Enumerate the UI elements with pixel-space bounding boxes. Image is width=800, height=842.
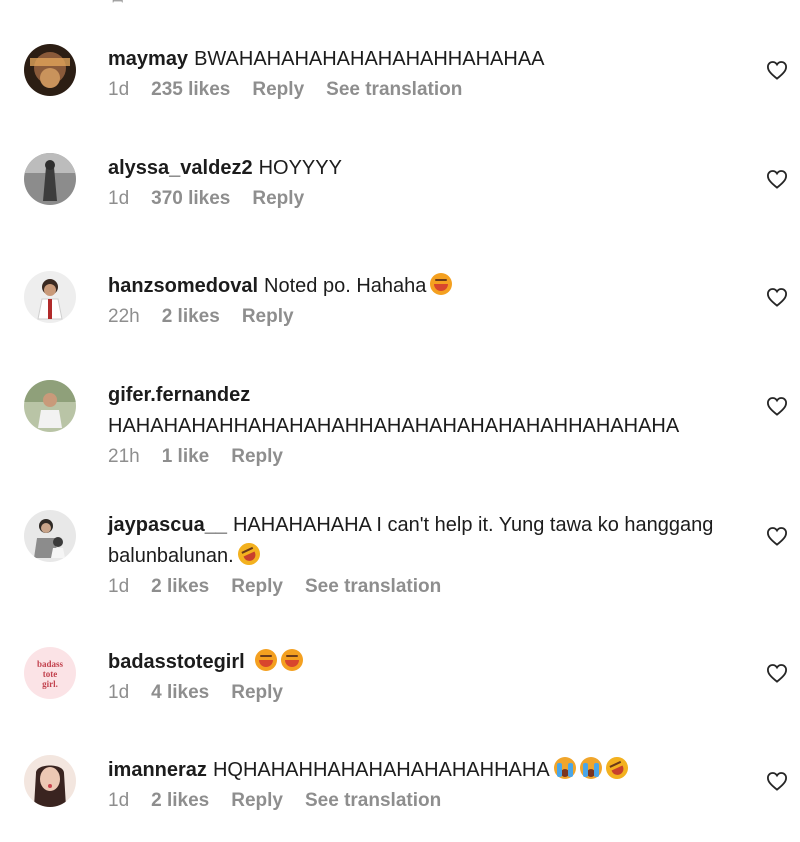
reply-button[interactable]: Reply bbox=[252, 79, 304, 101]
heart-outline-icon[interactable] bbox=[766, 771, 788, 791]
comment-time: 1d bbox=[108, 790, 130, 811]
comment-message: HOYYYY bbox=[258, 157, 342, 179]
avatar[interactable] bbox=[24, 153, 76, 205]
comment-body: imanneraz HQHAHAHHAHAHAHAHAHAHHAHA 1d 2 l… bbox=[108, 753, 748, 812]
comment-time: 1d bbox=[108, 682, 130, 703]
comment-time: 1d bbox=[108, 79, 130, 100]
laughing-face-emoji-icon bbox=[430, 273, 453, 295]
comment-body: hanzsomedoval Noted po. Hahaha 22h 2 like… bbox=[108, 271, 748, 328]
heart-outline-icon[interactable] bbox=[766, 169, 788, 189]
username-link[interactable]: hanzsomedoval bbox=[108, 275, 258, 297]
crying-face-emoji-icon bbox=[579, 757, 602, 779]
comment-meta: 1d 4 likes Reply bbox=[108, 682, 748, 704]
comment-time: 1d bbox=[108, 188, 130, 209]
comment-message: Noted po. Hahaha bbox=[264, 275, 427, 297]
username-link[interactable]: maymay bbox=[108, 48, 188, 70]
comment-text: gifer.fernandez HAHAHAHAHHAHAHAHAHHAHAHAH… bbox=[108, 380, 748, 442]
likes-count[interactable]: 370 likes bbox=[151, 188, 230, 210]
comment-body: gifer.fernandez HAHAHAHAHHAHAHAHAHHAHAHAH… bbox=[108, 380, 748, 468]
username-link[interactable]: alyssa_valdez2 bbox=[108, 157, 253, 179]
reply-button[interactable]: Reply bbox=[252, 188, 304, 210]
comment-text: badasstotegirl bbox=[108, 647, 748, 678]
likes-count[interactable]: 2 likes bbox=[151, 790, 209, 812]
likes-count[interactable]: 2 likes bbox=[151, 576, 209, 598]
username-link[interactable]: jaypascua__ bbox=[108, 514, 227, 536]
comment-meta: 21h 1 like Reply bbox=[108, 446, 748, 468]
username-link[interactable]: badasstotegirl bbox=[108, 651, 245, 673]
avatar[interactable] bbox=[24, 380, 76, 432]
avatar[interactable] bbox=[24, 510, 76, 562]
comment-body: badasstotegirl 1d 4 likes Reply bbox=[108, 647, 748, 704]
comment-meta: 1d 2 likes Reply See translation bbox=[108, 790, 748, 812]
comment-body: alyssa_valdez2 HOYYYY 1d 370 likes Reply bbox=[108, 153, 748, 210]
comment-message: HAHAHAHAHHAHAHAHAHHAHAHAHAHAHAHAHHAHAHAH… bbox=[108, 415, 680, 437]
comment-meta: 1d 370 likes Reply bbox=[108, 188, 748, 210]
likes-count[interactable]: 235 likes bbox=[151, 79, 230, 101]
comment-text: imanneraz HQHAHAHHAHAHAHAHAHAHHAHA bbox=[108, 753, 748, 786]
heart-outline-icon[interactable] bbox=[766, 396, 788, 416]
likes-count[interactable]: 1 like bbox=[162, 446, 210, 468]
comment-text: hanzsomedoval Noted po. Hahaha bbox=[108, 271, 748, 302]
rolling-laughing-emoji-icon bbox=[234, 539, 264, 569]
comment-time: 22h bbox=[108, 306, 140, 327]
likes-count[interactable]: 4 likes bbox=[151, 682, 209, 704]
see-translation-button[interactable]: See translation bbox=[305, 576, 441, 598]
likes-count[interactable]: 2 likes bbox=[162, 306, 220, 328]
reply-button[interactable]: Reply bbox=[231, 790, 283, 812]
comment-text: alyssa_valdez2 HOYYYY bbox=[108, 153, 748, 184]
heart-outline-icon[interactable] bbox=[766, 526, 788, 546]
comment-time: 21h bbox=[108, 446, 140, 467]
heart-outline-icon[interactable] bbox=[766, 663, 788, 683]
comment-meta: 22h 2 likes Reply bbox=[108, 306, 748, 328]
comment-meta: 1d 235 likes Reply See translation bbox=[108, 79, 748, 101]
see-translation-button[interactable]: See translation bbox=[326, 79, 462, 101]
comment-body: maymay BWAHAHAHAHAHAHAHAHHAHAHAA 1d 235 l… bbox=[108, 44, 748, 101]
svg-text:badass: badass bbox=[37, 659, 64, 669]
avatar[interactable] bbox=[24, 44, 76, 96]
laughing-face-emoji-icon bbox=[280, 649, 303, 671]
heart-outline-icon[interactable] bbox=[766, 60, 788, 80]
comment-text: jaypascua__ HAHAHAHAHA I can't help it. Y… bbox=[108, 510, 748, 572]
see-translation-button[interactable]: See translation bbox=[305, 790, 441, 812]
username-link[interactable]: gifer.fernandez bbox=[108, 384, 250, 406]
avatar[interactable] bbox=[24, 271, 76, 323]
heart-outline-icon[interactable] bbox=[766, 287, 788, 307]
username-link[interactable]: imanneraz bbox=[108, 759, 207, 781]
svg-text:tote: tote bbox=[43, 669, 58, 679]
comment-message: BWAHAHAHAHAHAHAHAHHAHAHAA bbox=[194, 48, 545, 70]
avatar[interactable] bbox=[24, 755, 76, 807]
crying-face-emoji-icon bbox=[553, 757, 576, 779]
rolling-laughing-emoji-icon bbox=[602, 753, 632, 783]
comment-meta: 1d 2 likes Reply See translation bbox=[108, 576, 748, 598]
laughing-face-emoji-icon bbox=[254, 649, 277, 671]
scroll-edge-mark: ꟷ bbox=[112, 0, 124, 9]
reply-button[interactable]: Reply bbox=[231, 446, 283, 468]
reply-button[interactable]: Reply bbox=[231, 682, 283, 704]
svg-text:girl.: girl. bbox=[42, 679, 58, 689]
comment-text: maymay BWAHAHAHAHAHAHAHAHHAHAHAA bbox=[108, 44, 748, 75]
comment-message: HQHAHAHHAHAHAHAHAHAHHAHA bbox=[212, 759, 550, 781]
reply-button[interactable]: Reply bbox=[242, 306, 294, 328]
comment-body: jaypascua__ HAHAHAHAHA I can't help it. Y… bbox=[108, 510, 748, 598]
avatar[interactable]: badass tote girl. bbox=[24, 647, 76, 699]
reply-button[interactable]: Reply bbox=[231, 576, 283, 598]
comment-time: 1d bbox=[108, 576, 130, 597]
